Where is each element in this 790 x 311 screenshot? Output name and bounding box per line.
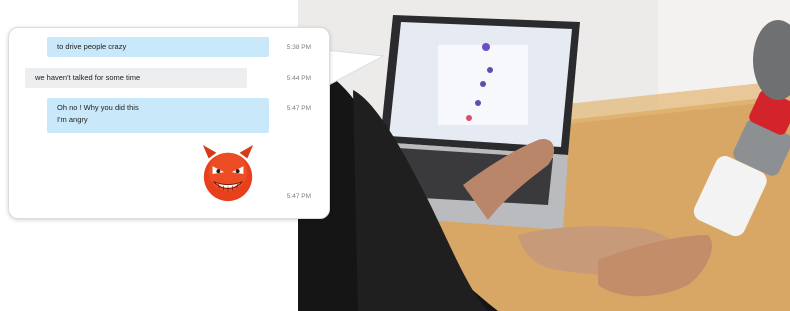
message-text: Oh no ! Why you did this: [57, 103, 139, 112]
message-outgoing: Oh no ! Why you did this I'm angry: [47, 98, 269, 133]
scene-illustration: [298, 0, 790, 311]
speech-bubble-tail: [325, 49, 385, 87]
message-text: to drive people crazy: [57, 42, 127, 51]
chat-window: to drive people crazy 5:38 PM we haven't…: [8, 27, 330, 219]
message-text: we haven't talked for some time: [35, 73, 141, 82]
message-incoming: we haven't talked for some time: [25, 68, 247, 88]
message-text: I'm angry: [57, 115, 88, 124]
devil-emoji-icon: [202, 145, 254, 202]
scene-photo: [298, 0, 790, 311]
message-timestamp: 5:47 PM: [286, 193, 311, 200]
message-timestamp: 5:47 PM: [286, 105, 311, 112]
message-outgoing: to drive people crazy: [47, 37, 269, 57]
message-timestamp: 5:38 PM: [286, 44, 311, 51]
message-timestamp: 5:44 PM: [286, 75, 311, 82]
